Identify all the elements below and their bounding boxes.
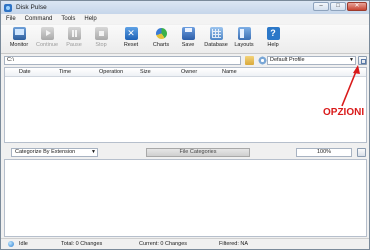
- app-window: Disk Pulse – □ ✕ File Command Tools Help…: [0, 0, 370, 250]
- categorize-value: Categorize By Extension: [15, 149, 76, 155]
- zoom-field[interactable]: 100%: [296, 148, 352, 157]
- status-current: Current: 0 Changes: [139, 241, 187, 247]
- categorize-select[interactable]: Categorize By Extension ▼: [11, 148, 98, 157]
- options-icon[interactable]: [357, 148, 366, 157]
- annotation-label: OPZIONI: [323, 107, 365, 118]
- status-bar: Idle Total: 0 Changes Current: 0 Changes…: [1, 238, 369, 249]
- categories-pane[interactable]: [4, 159, 367, 237]
- file-categories-header: File Categories: [146, 148, 250, 157]
- status-total: Total: 0 Changes: [61, 241, 103, 247]
- status-state: Idle: [19, 241, 28, 247]
- categories-toolbar: Categorize By Extension ▼ File Categorie…: [1, 146, 369, 158]
- status-filtered: Filtered: NA: [219, 241, 249, 247]
- status-icon: [8, 241, 14, 247]
- chevron-down-icon: ▼: [91, 149, 96, 155]
